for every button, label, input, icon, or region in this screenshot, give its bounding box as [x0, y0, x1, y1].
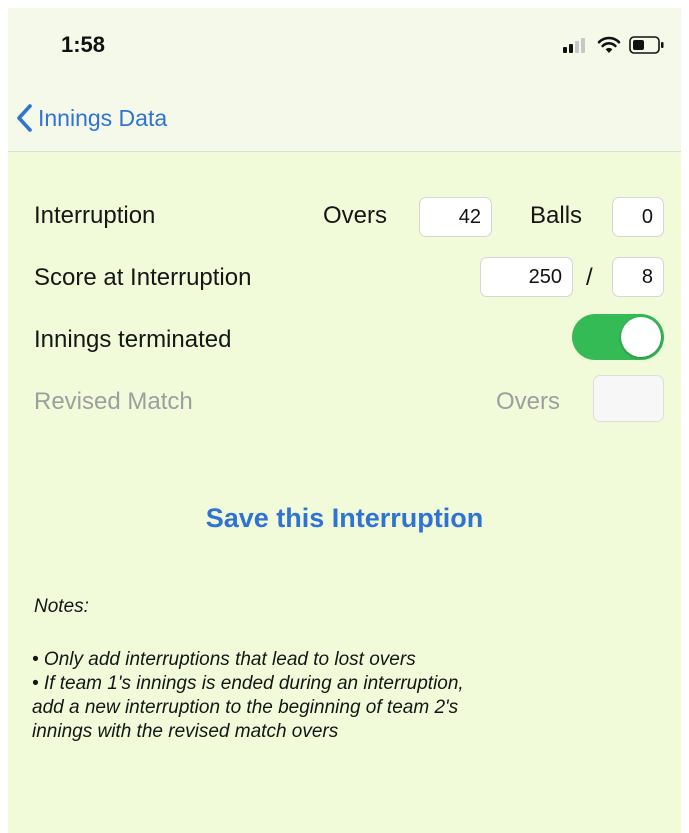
score-wickets-field[interactable]: [612, 257, 664, 297]
toggle-knob: [621, 317, 661, 357]
innings-terminated-label: Innings terminated: [34, 326, 232, 353]
revised-match-label: Revised Match: [34, 388, 193, 415]
status-icons: [563, 35, 665, 55]
chevron-left-icon: [17, 104, 32, 132]
back-button-label: Innings Data: [38, 104, 168, 131]
notes-line: add a new interruption to the beginning …: [32, 697, 459, 718]
revised-overs-label: Overs: [496, 388, 561, 415]
wifi-icon: [597, 36, 621, 53]
interruption-label: Interruption: [34, 202, 156, 229]
score-separator: /: [586, 264, 593, 291]
interruption-balls-label: Balls: [530, 202, 583, 229]
screen: 1:58 Innings Data Interruption Overs 42 …: [8, 8, 681, 833]
battery-icon: [629, 36, 664, 54]
notes-line: • If team 1's innings is ended during an…: [32, 673, 464, 694]
score-runs-field[interactable]: [480, 257, 573, 297]
notes-line: innings with the revised match overs: [32, 721, 339, 742]
signal-icon: [563, 38, 585, 53]
interruption-overs-field[interactable]: [419, 197, 492, 237]
notes-line: • Only add interruptions that lead to lo…: [32, 649, 416, 670]
notes-title: Notes:: [34, 596, 89, 617]
revised-overs-field[interactable]: [593, 375, 664, 422]
status-time: 1:58: [61, 32, 106, 57]
save-interruption-button[interactable]: Save this Interruption: [8, 503, 681, 534]
notes-body: • Only add interruptions that lead to lo…: [32, 648, 672, 744]
top-bar: 1:58 Innings Data: [8, 8, 681, 152]
interruption-balls-field[interactable]: [612, 197, 664, 237]
score-label: Score at Interruption: [34, 264, 252, 291]
back-button[interactable]: Innings Data: [16, 100, 167, 136]
interruption-overs-label: Overs: [323, 202, 388, 229]
innings-terminated-toggle[interactable]: [572, 314, 664, 360]
